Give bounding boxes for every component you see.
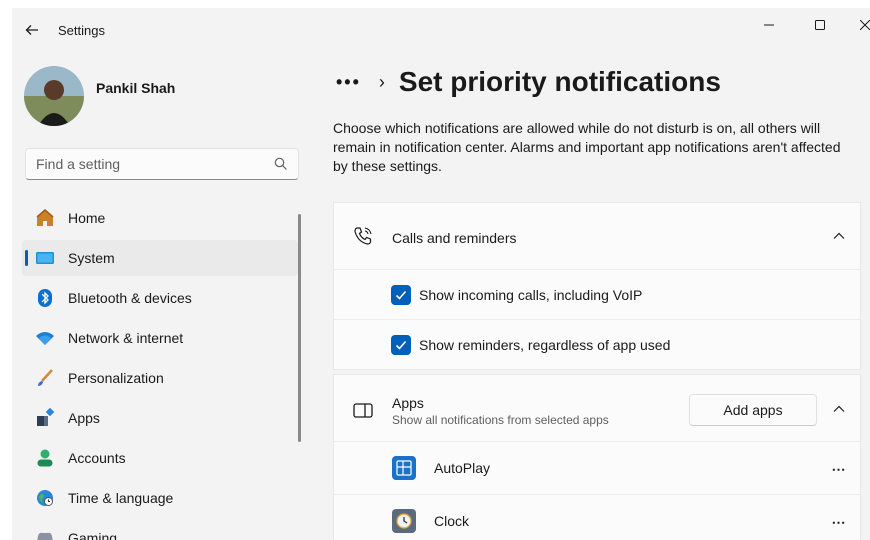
app-label: AutoPlay xyxy=(434,460,491,476)
sidebar-nav: Home System Bluetooth & devices Network … xyxy=(22,200,298,540)
sidebar-item-personalization[interactable]: Personalization xyxy=(22,360,298,396)
sidebar-item-time-language[interactable]: Time & language xyxy=(22,480,298,516)
app-title: Settings xyxy=(58,23,105,38)
avatar-photo-icon xyxy=(24,66,84,126)
app-row-clock: Clock ⋯ xyxy=(334,494,860,540)
app-row-autoplay: AutoPlay ⋯ xyxy=(334,441,860,494)
minimize-button[interactable] xyxy=(752,12,786,38)
close-icon xyxy=(860,20,870,30)
apps-subtitle: Show all notifications from selected app… xyxy=(392,413,609,427)
calls-reminders-title: Calls and reminders xyxy=(392,230,517,246)
gaming-icon xyxy=(35,528,55,540)
minimize-icon xyxy=(764,24,774,26)
autoplay-icon xyxy=(392,456,416,480)
sidebar-item-system[interactable]: System xyxy=(22,240,298,276)
user-profile[interactable]: Pankil Shah xyxy=(24,66,175,126)
chevron-up-icon[interactable] xyxy=(832,402,846,416)
globe-icon xyxy=(35,488,55,508)
avatar xyxy=(24,66,84,126)
sidebar-item-home[interactable]: Home xyxy=(22,200,298,236)
sidebar-item-gaming[interactable]: Gaming xyxy=(22,520,298,540)
page-title: Set priority notifications xyxy=(398,66,721,97)
sidebar-item-label: Gaming xyxy=(68,530,118,540)
breadcrumb-separator: › xyxy=(378,71,385,92)
apps-header[interactable]: Apps Show all notifications from selecte… xyxy=(334,375,860,441)
page-description: Choose which notifications are allowed w… xyxy=(333,120,841,174)
sidebar-item-label: Personalization xyxy=(68,370,164,386)
chevron-up-icon[interactable] xyxy=(832,229,846,243)
app-label: Clock xyxy=(434,513,470,529)
back-button[interactable] xyxy=(22,20,42,40)
calls-reminders-header[interactable]: Calls and reminders xyxy=(334,203,860,269)
brush-icon xyxy=(35,368,55,388)
reminders-option: Show reminders, regardless of app used xyxy=(334,319,860,369)
reminders-checkbox[interactable] xyxy=(391,334,411,355)
apps-title: Apps xyxy=(392,395,424,411)
sidebar-item-network[interactable]: Network & internet xyxy=(22,320,298,356)
sidebar-item-label: Home xyxy=(68,210,106,226)
breadcrumb: ••• › Set priority notifications xyxy=(336,64,721,100)
search-icon[interactable] xyxy=(274,157,288,171)
incoming-calls-label: Show incoming calls, including VoIP xyxy=(419,286,643,303)
checkmark-icon xyxy=(395,290,407,300)
home-icon xyxy=(35,208,55,228)
maximize-icon xyxy=(815,20,825,30)
title-bar: Settings xyxy=(12,8,870,52)
apps-card: Apps Show all notifications from selecte… xyxy=(333,374,861,540)
phone-call-icon xyxy=(354,227,372,245)
back-arrow-icon xyxy=(25,25,38,35)
system-icon xyxy=(35,248,55,268)
sidebar-item-bluetooth[interactable]: Bluetooth & devices xyxy=(22,280,298,316)
calls-reminders-card: Calls and reminders Show incoming calls,… xyxy=(333,202,861,370)
user-name: Pankil Shah xyxy=(96,80,176,96)
sidebar-scrollbar[interactable] xyxy=(298,214,301,442)
accounts-icon xyxy=(35,448,55,468)
checkmark-icon xyxy=(395,340,407,350)
maximize-button[interactable] xyxy=(803,12,837,38)
app-window-icon xyxy=(353,403,373,418)
wifi-icon xyxy=(35,328,55,348)
reminders-label: Show reminders, regardless of app used xyxy=(419,336,671,353)
settings-window: Settings Pankil Shah Find a setting Home… xyxy=(12,8,870,540)
bluetooth-icon xyxy=(35,288,55,308)
incoming-calls-checkbox[interactable] xyxy=(391,284,411,305)
search-box[interactable] xyxy=(25,148,299,180)
incoming-calls-option: Show incoming calls, including VoIP xyxy=(334,269,860,319)
sidebar-item-label: Time & language xyxy=(68,490,174,506)
sidebar-item-label: Network & internet xyxy=(68,330,184,346)
more-options-button[interactable]: ⋯ xyxy=(830,513,848,531)
close-button[interactable] xyxy=(848,12,870,38)
sidebar-item-label: System xyxy=(68,250,115,266)
add-apps-button[interactable]: Add apps xyxy=(689,394,817,426)
selection-indicator xyxy=(25,250,28,266)
sidebar-item-label: Bluetooth & devices xyxy=(68,290,192,306)
apps-icon xyxy=(35,408,55,428)
breadcrumb-more-button[interactable]: ••• xyxy=(336,72,361,93)
sidebar-item-label: Accounts xyxy=(68,450,126,466)
sidebar-item-label: Apps xyxy=(68,410,100,426)
search-input[interactable] xyxy=(26,149,256,179)
sidebar-item-apps[interactable]: Apps xyxy=(22,400,298,436)
more-options-button[interactable]: ⋯ xyxy=(830,460,848,478)
clock-icon xyxy=(392,509,416,533)
sidebar-item-accounts[interactable]: Accounts xyxy=(22,440,298,476)
